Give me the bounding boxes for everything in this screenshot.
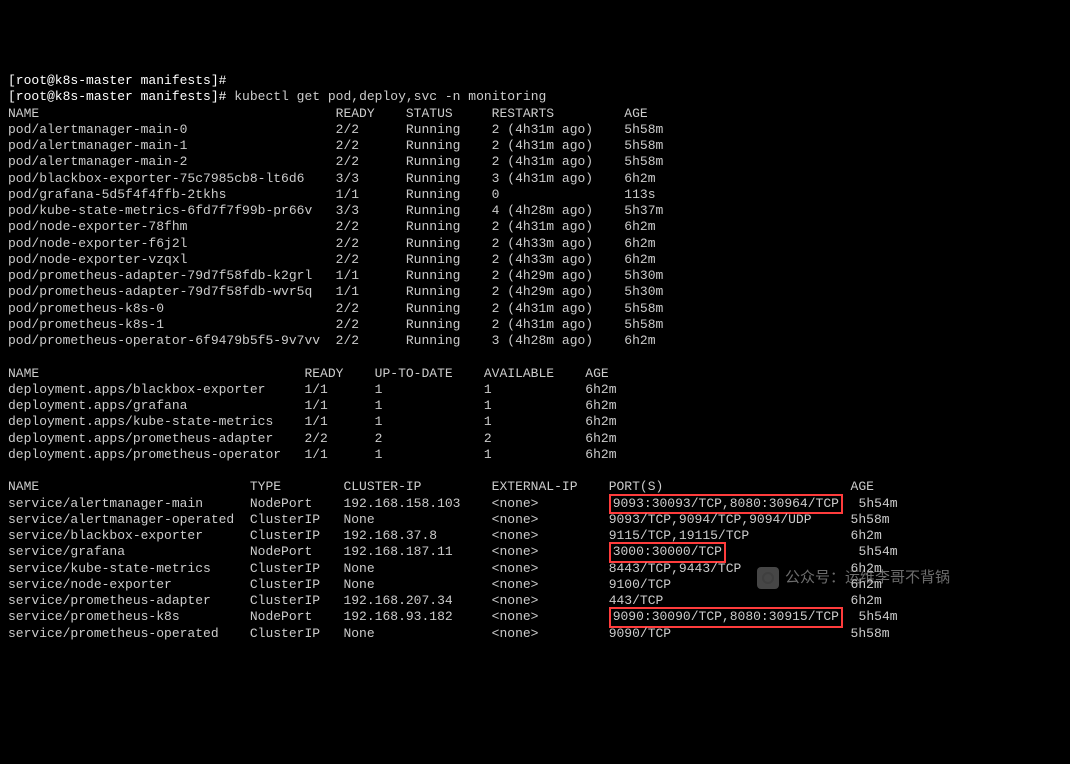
pod-row: pod/alertmanager-main-1 2/2 Running 2 (4… bbox=[8, 138, 663, 153]
deploy-row: deployment.apps/kube-state-metrics 1/1 1… bbox=[8, 414, 617, 429]
pod-row: pod/prometheus-k8s-1 2/2 Running 2 (4h31… bbox=[8, 317, 663, 332]
deploy-header: NAME READY UP-TO-DATE AVAILABLE AGE bbox=[8, 366, 609, 381]
prompt-line: [root@k8s-master manifests]# bbox=[8, 73, 226, 88]
svc-row: service/alertmanager-operated ClusterIP … bbox=[8, 512, 890, 527]
highlighted-ports: 9090:30090/TCP,8080:30915/TCP bbox=[609, 607, 843, 627]
svc-row: service/blackbox-exporter ClusterIP 192.… bbox=[8, 528, 882, 543]
svc-header: NAME TYPE CLUSTER-IP EXTERNAL-IP PORT(S)… bbox=[8, 479, 874, 494]
svc-row: service/prometheus-adapter ClusterIP 192… bbox=[8, 593, 882, 608]
svc-row: service/node-exporter ClusterIP None <no… bbox=[8, 577, 882, 592]
pod-row: pod/blackbox-exporter-75c7985cb8-lt6d6 3… bbox=[8, 171, 656, 186]
pod-row: pod/prometheus-k8s-0 2/2 Running 2 (4h31… bbox=[8, 301, 663, 316]
deploy-row: deployment.apps/prometheus-operator 1/1 … bbox=[8, 447, 617, 462]
pod-header: NAME READY STATUS RESTARTS AGE bbox=[8, 106, 648, 121]
pod-row: pod/prometheus-adapter-79d7f58fdb-k2grl … bbox=[8, 268, 663, 283]
pod-row: pod/alertmanager-main-0 2/2 Running 2 (4… bbox=[8, 122, 663, 137]
svc-row: service/alertmanager-main NodePort 192.1… bbox=[8, 496, 898, 511]
pod-row: pod/alertmanager-main-2 2/2 Running 2 (4… bbox=[8, 154, 663, 169]
terminal-output[interactable]: [root@k8s-master manifests]# [root@k8s-m… bbox=[8, 73, 1062, 642]
svc-row: service/prometheus-operated ClusterIP No… bbox=[8, 626, 890, 641]
pod-row: pod/node-exporter-78fhm 2/2 Running 2 (4… bbox=[8, 219, 656, 234]
deploy-row: deployment.apps/blackbox-exporter 1/1 1 … bbox=[8, 382, 617, 397]
pod-row: pod/node-exporter-vzqxl 2/2 Running 2 (4… bbox=[8, 252, 656, 267]
command-text: kubectl get pod,deploy,svc -n monitoring bbox=[234, 89, 546, 104]
svc-row: service/grafana NodePort 192.168.187.11 … bbox=[8, 544, 898, 559]
highlighted-ports: 9093:30093/TCP,8080:30964/TCP bbox=[609, 494, 843, 514]
deploy-row: deployment.apps/grafana 1/1 1 1 6h2m bbox=[8, 398, 617, 413]
deploy-row: deployment.apps/prometheus-adapter 2/2 2… bbox=[8, 431, 617, 446]
svc-row: service/kube-state-metrics ClusterIP Non… bbox=[8, 561, 882, 576]
pod-row: pod/grafana-5d5f4f4ffb-2tkhs 1/1 Running… bbox=[8, 187, 656, 202]
highlighted-ports: 3000:30000/TCP bbox=[609, 542, 726, 562]
svc-row: service/prometheus-k8s NodePort 192.168.… bbox=[8, 609, 898, 624]
pod-row: pod/prometheus-adapter-79d7f58fdb-wvr5q … bbox=[8, 284, 663, 299]
prompt-line: [root@k8s-master manifests]# bbox=[8, 89, 226, 104]
pod-row: pod/node-exporter-f6j2l 2/2 Running 2 (4… bbox=[8, 236, 656, 251]
pod-row: pod/kube-state-metrics-6fd7f7f99b-pr66v … bbox=[8, 203, 663, 218]
pod-row: pod/prometheus-operator-6f9479b5f5-9v7vv… bbox=[8, 333, 656, 348]
